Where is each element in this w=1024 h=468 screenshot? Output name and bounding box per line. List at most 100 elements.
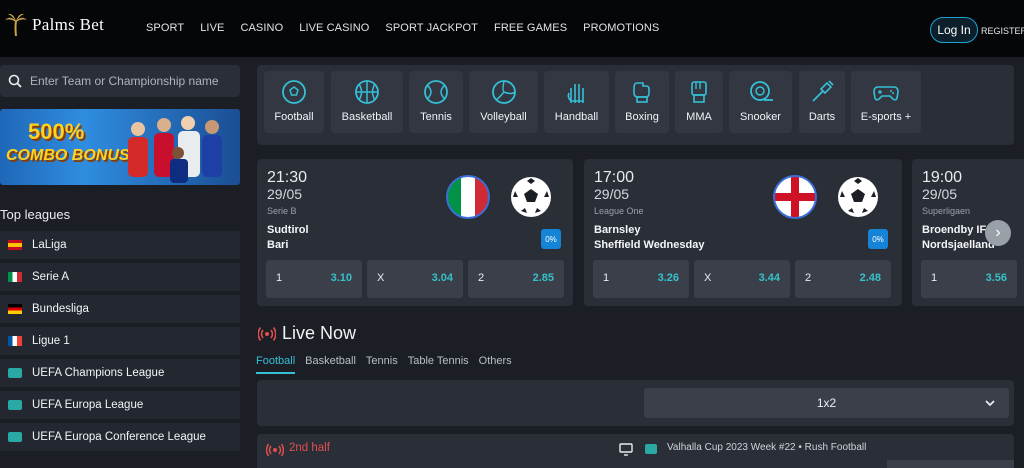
sport-boxing[interactable]: Boxing [615, 71, 669, 133]
live-match-row[interactable]: 2nd half Valhalla Cup 2023 Week #22 • Ru… [257, 434, 1014, 468]
live-signal-icon [258, 326, 276, 341]
match-time: 21:30 [267, 169, 308, 186]
sport-label: Tennis [420, 111, 452, 123]
odd-button-1[interactable]: 1 3.10 [266, 260, 362, 298]
search-input[interactable]: Enter Team or Championship name [0, 65, 240, 97]
sport-label: Football [274, 111, 314, 123]
promo-percent: 500% [28, 119, 85, 144]
carousel-next-button[interactable]: › [985, 220, 1011, 246]
home-team: Barnsley [594, 224, 641, 236]
match-card[interactable]: 17:00 29/05 League One Barnsley Sheffiel… [584, 159, 902, 306]
sport-mma[interactable]: MMA [675, 71, 723, 133]
match-time: 19:00 [922, 169, 963, 186]
odd-button-x[interactable]: X 3.44 [694, 260, 790, 298]
nav-sport-jackpot[interactable]: SPORT JACKPOT [385, 22, 478, 34]
league-uefa-conference[interactable]: UEFA Europa Conference League [0, 423, 240, 453]
sport-esports[interactable]: E-sports + [851, 71, 921, 133]
promo-title: COMBO BONUS [6, 147, 130, 164]
uefa-icon [8, 432, 22, 442]
live-now-header: Live Now [258, 323, 356, 344]
france-flag-icon [8, 336, 22, 346]
sport-snooker[interactable]: Snooker [729, 71, 792, 133]
league-uefa-champions[interactable]: UEFA Champions League [0, 359, 240, 389]
gamepad-icon [873, 86, 899, 101]
handball-icon [567, 84, 584, 103]
chevron-down-icon [985, 400, 995, 407]
sport-volleyball[interactable]: Volleyball [469, 71, 538, 133]
match-date: 29/05 [267, 186, 303, 202]
players-image [128, 116, 222, 183]
promo-banner[interactable]: 500% COMBO BONUS [0, 109, 240, 185]
palm-icon [5, 13, 27, 37]
league-ligue-1[interactable]: Ligue 1 [0, 327, 240, 357]
nav-live-casino[interactable]: LIVE CASINO [299, 22, 369, 34]
basketball-icon [355, 80, 379, 104]
sport-label: Darts [808, 111, 836, 123]
competition-icon [645, 444, 657, 454]
odd-value: 2.48 [859, 272, 881, 284]
nav-sport[interactable]: SPORT [146, 22, 184, 34]
tab-football[interactable]: Football [256, 355, 296, 374]
sport-handball[interactable]: Handball [544, 71, 609, 133]
login-button[interactable]: Log In [930, 17, 978, 43]
tab-tennis[interactable]: Tennis [366, 355, 398, 374]
odd-value: 3.04 [431, 272, 453, 284]
league-uefa-europa[interactable]: UEFA Europa League [0, 391, 240, 421]
sport-tennis[interactable]: Tennis [409, 71, 463, 133]
nav-casino[interactable]: CASINO [240, 22, 283, 34]
league-serie-a[interactable]: Serie A [0, 263, 240, 293]
sport-darts[interactable]: Darts [799, 71, 845, 133]
register-link[interactable]: REGISTER [981, 26, 1024, 36]
odd-button-x[interactable]: X 3.04 [367, 260, 463, 298]
nav-free-games[interactable]: FREE GAMES [494, 22, 567, 34]
sports-bar: Football Basketball Tennis Volleyball Ha… [257, 65, 1014, 145]
home-team: Sudtirol [267, 224, 309, 236]
odd-button-2[interactable]: 2 2.48 [795, 260, 891, 298]
football-icon [838, 177, 878, 217]
match-status: 2nd half [289, 442, 330, 454]
spain-flag-icon [8, 240, 22, 250]
league-label: UEFA Europa League [32, 399, 144, 411]
nav-live[interactable]: LIVE [200, 22, 224, 34]
league-bundesliga[interactable]: Bundesliga [0, 295, 240, 325]
percent-badge: 0% [541, 229, 561, 249]
match-competition: League One [594, 206, 644, 216]
tab-others[interactable]: Others [479, 355, 512, 374]
odd-value: 3.10 [330, 272, 352, 284]
football-icon [511, 177, 551, 217]
tab-basketball[interactable]: Basketball [305, 355, 356, 374]
odd-key: 1 [931, 272, 938, 284]
league-label: LaLiga [32, 239, 67, 251]
live-now-title: Live Now [282, 323, 357, 343]
nav-promotions[interactable]: PROMOTIONS [583, 22, 659, 34]
league-label: Bundesliga [32, 303, 89, 315]
match-time: 17:00 [594, 169, 635, 186]
mma-icon [691, 81, 707, 103]
sport-basketball[interactable]: Basketball [331, 71, 403, 133]
search-icon [8, 74, 22, 88]
sport-label: Basketball [341, 111, 393, 123]
sport-label: E-sports + [860, 111, 912, 123]
league-laliga[interactable]: LaLiga [0, 231, 240, 261]
sport-label: MMA [686, 111, 712, 123]
brand-logo[interactable]: Palms Bet [4, 12, 104, 38]
odd-key: X [377, 272, 385, 284]
odd-button-2[interactable]: 2 2.85 [468, 260, 564, 298]
boxing-icon [633, 82, 650, 103]
tennis-icon [424, 80, 448, 104]
odds-panel [887, 460, 1014, 468]
event-name: Valhalla Cup 2023 Week #22 • Rush Footba… [667, 442, 867, 453]
tab-table-tennis[interactable]: Table Tennis [408, 355, 469, 374]
match-date: 29/05 [922, 186, 958, 202]
odd-button-1[interactable]: 1 3.26 [593, 260, 689, 298]
volleyball-icon [491, 80, 516, 104]
odd-value: 3.26 [657, 272, 679, 284]
football-icon [282, 80, 306, 104]
league-label: Serie A [32, 271, 70, 283]
market-select[interactable]: 1x2 [644, 388, 1009, 418]
sport-football[interactable]: Football [264, 71, 324, 133]
odd-button-1[interactable]: 1 3.56 [921, 260, 1017, 298]
league-label: UEFA Europa Conference League [32, 431, 206, 443]
match-card[interactable]: 21:30 29/05 Serie B Sudtirol Bari 0% 1 3.… [257, 159, 573, 306]
england-flag-icon [773, 175, 817, 219]
